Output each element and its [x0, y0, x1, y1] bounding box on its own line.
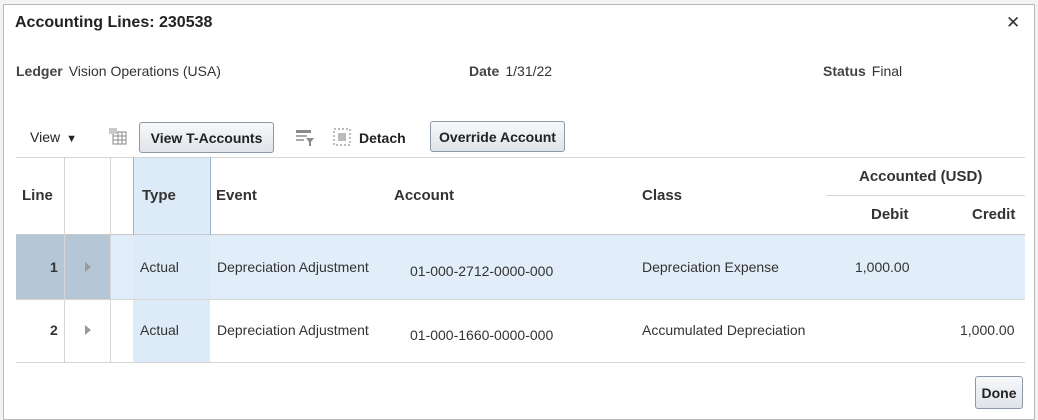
view-menu[interactable]: View ▼ [30, 129, 77, 145]
query-by-example-icon[interactable] [295, 128, 315, 148]
row-account[interactable]: 01-000-1660-0000-000 [410, 327, 553, 343]
expand-row-icon[interactable] [85, 325, 91, 335]
row-class: Depreciation Expense [642, 259, 779, 275]
column-header-type[interactable]: Type [142, 187, 176, 204]
accounting-lines-dialog: Accounting Lines: 230538 ✕ Ledger Vision … [3, 4, 1035, 420]
row-event: Depreciation Adjustment [217, 322, 369, 338]
expand-row-icon[interactable] [85, 262, 91, 272]
row-credit: 1,000.00 [960, 322, 1015, 338]
column-header-credit[interactable]: Credit [972, 206, 1015, 223]
ledger-label: Ledger [16, 63, 63, 79]
detach-button[interactable]: Detach [359, 130, 406, 146]
row-type: Actual [140, 259, 179, 275]
close-icon[interactable]: ✕ [1006, 13, 1020, 33]
view-menu-label: View [30, 129, 61, 145]
ledger-value: Vision Operations (USA) [68, 63, 221, 79]
date-field: Date 1/31/22 [469, 63, 552, 79]
freeze-columns-icon[interactable] [108, 127, 128, 147]
status-value: Final [871, 63, 903, 79]
status-field: Status Final [823, 63, 902, 79]
column-header-event[interactable]: Event [216, 187, 257, 204]
column-header-account[interactable]: Account [394, 187, 454, 204]
row-line-number: 2 [50, 322, 58, 338]
caret-down-icon: ▼ [66, 133, 77, 145]
date-label: Date [469, 63, 500, 79]
row-class: Accumulated Depreciation [642, 322, 806, 338]
column-header-debit[interactable]: Debit [871, 206, 909, 223]
row-line-number: 1 [50, 259, 58, 275]
accounting-lines-table: Line Type Event Account Class Accounted … [16, 157, 1025, 363]
override-account-button[interactable]: Override Account [430, 121, 565, 152]
column-header-class[interactable]: Class [642, 187, 682, 204]
row-account[interactable]: 01-000-2712-0000-000 [410, 263, 553, 279]
view-t-accounts-button[interactable]: View T-Accounts [139, 122, 274, 153]
date-value: 1/31/22 [505, 63, 553, 79]
dialog-title: Accounting Lines: 230538 [15, 14, 213, 31]
done-button[interactable]: Done [975, 376, 1023, 409]
row-event: Depreciation Adjustment [217, 259, 369, 275]
ledger-field: Ledger Vision Operations (USA) [16, 63, 221, 79]
status-label: Status [823, 63, 866, 79]
row-type: Actual [140, 322, 179, 338]
detach-icon[interactable] [332, 127, 352, 147]
selected-line-cell-highlight [16, 235, 110, 299]
row-debit: 1,000.00 [855, 259, 910, 275]
column-header-line[interactable]: Line [22, 187, 53, 204]
column-header-accounted-usd: Accounted (USD) [859, 168, 983, 185]
